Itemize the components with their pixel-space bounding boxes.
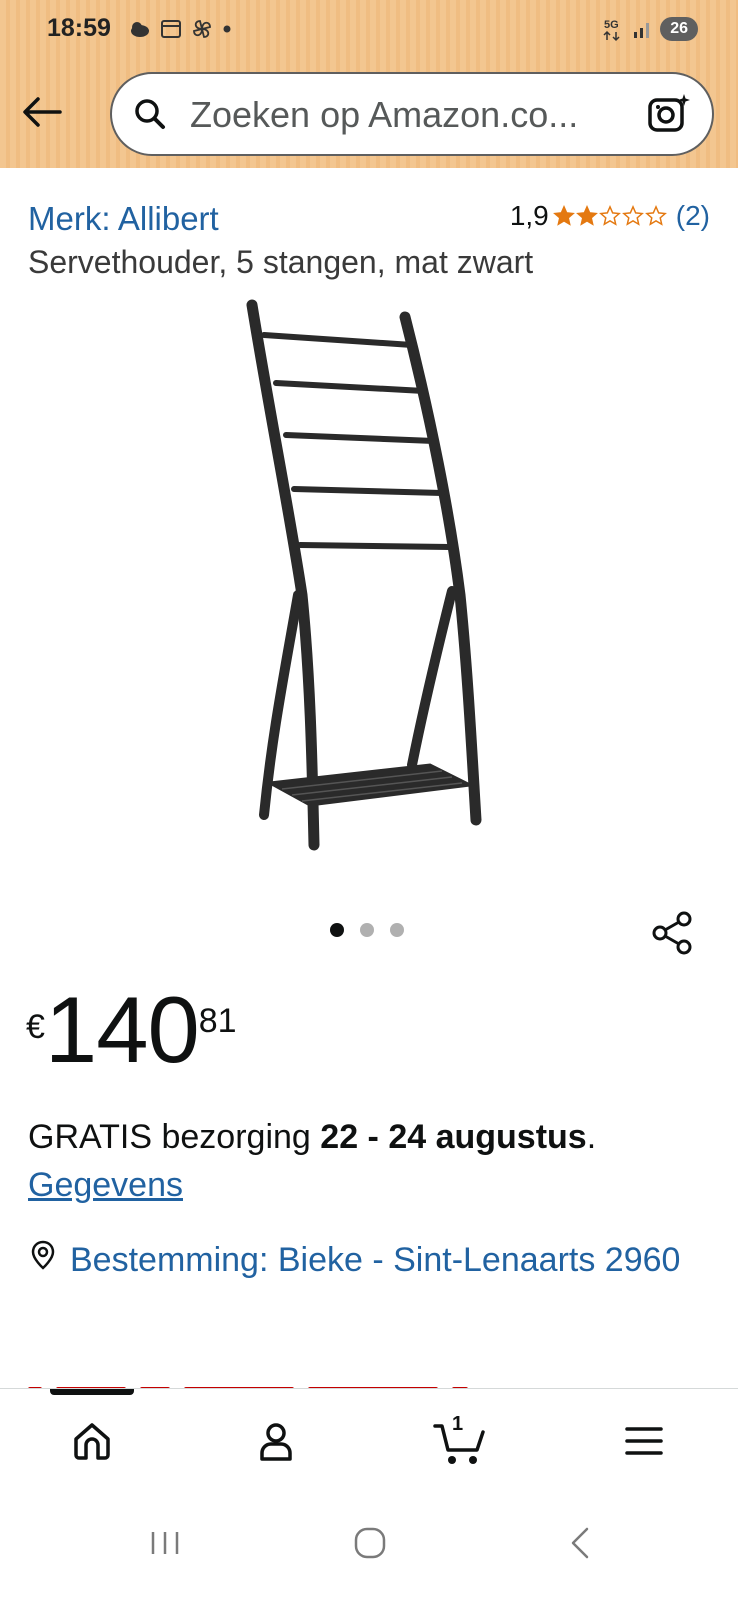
back-button[interactable] <box>20 90 64 134</box>
network-label: 5G <box>604 19 619 31</box>
nav-home[interactable] <box>62 1413 122 1469</box>
delivery-suffix: . <box>586 1118 597 1156</box>
search-bar[interactable]: Zoeken op Amazon.co... <box>110 72 714 156</box>
system-back-icon <box>571 1527 589 1559</box>
image-carousel-dots <box>330 923 404 937</box>
app-header: 18:59 5G 26 Zoeken op Amazon.co... <box>0 0 738 168</box>
system-home-button[interactable] <box>345 1518 395 1568</box>
rating-value: 1,9 <box>509 200 549 231</box>
rating-count[interactable]: (2) <box>676 200 710 232</box>
dot-icon <box>223 25 231 33</box>
brand-link[interactable]: Merk: Allibert <box>28 200 219 238</box>
pinwheel-icon <box>193 20 211 38</box>
active-tab-indicator <box>50 1389 134 1395</box>
camera-lens-icon[interactable] <box>644 90 692 138</box>
delivery-location-text[interactable]: Bestemming: Bieke - Sint-Lenaarts 2960 <box>70 1236 680 1284</box>
delivery-info: GRATIS bezorging 22 - 24 augustus. <box>28 1118 596 1157</box>
home-icon <box>74 1423 110 1460</box>
battery-indicator: 26 <box>660 17 698 41</box>
system-back-button[interactable] <box>555 1518 605 1568</box>
weather-icon <box>131 22 149 37</box>
carousel-dot[interactable] <box>390 923 404 937</box>
carousel-dot[interactable] <box>330 923 344 937</box>
user-icon <box>260 1423 292 1461</box>
share-icon <box>652 911 692 955</box>
price-whole: 140 <box>44 977 200 1082</box>
star-empty-icon <box>598 205 621 226</box>
network-5g-icon: 5G <box>603 19 620 42</box>
delivery-location[interactable]: Bestemming: Bieke - Sint-Lenaarts 2960 <box>28 1236 708 1284</box>
search-input[interactable]: Zoeken op Amazon.co... <box>190 94 630 136</box>
status-time: 18:59 <box>47 14 111 42</box>
status-system-icons: 5G 26 <box>602 14 698 44</box>
location-pin-icon <box>31 1240 55 1270</box>
nav-cart[interactable]: 1 <box>430 1413 490 1469</box>
delivery-dates: 22 - 24 augustus <box>320 1118 587 1156</box>
calendar-icon <box>161 20 181 38</box>
product-price: € 140 81 <box>26 980 237 1080</box>
star-filled-icon <box>575 205 598 226</box>
recent-apps-button[interactable] <box>140 1518 190 1568</box>
nav-account[interactable] <box>246 1413 306 1469</box>
status-notification-icons <box>128 14 232 44</box>
product-image[interactable] <box>230 295 500 865</box>
star-empty-icon <box>644 205 667 226</box>
price-fraction: 81 <box>198 1002 237 1040</box>
nav-menu[interactable] <box>614 1413 674 1469</box>
product-rating[interactable]: 1,9 (2) <box>510 200 710 232</box>
bottom-navigation: 1 <box>0 1388 738 1490</box>
star-filled-icon <box>552 205 575 226</box>
hamburger-menu-icon <box>625 1427 663 1455</box>
price-currency: € <box>26 1008 45 1046</box>
cart-count-badge: 1 <box>452 1413 464 1435</box>
arrow-left-icon <box>23 97 62 127</box>
rating-stars <box>552 205 668 227</box>
share-button[interactable] <box>650 910 696 956</box>
star-empty-icon <box>621 205 644 226</box>
status-bar: 18:59 5G 26 <box>0 0 738 58</box>
recent-apps-icon <box>151 1532 179 1554</box>
product-title: Servethouder, 5 stangen, mat zwart <box>28 244 534 280</box>
delivery-prefix: GRATIS bezorging <box>28 1118 321 1156</box>
search-icon <box>135 99 165 129</box>
delivery-details-link[interactable]: Gegevens <box>28 1166 183 1205</box>
signal-icon <box>634 23 650 38</box>
system-navigation-bar <box>0 1490 738 1600</box>
system-home-icon <box>354 1527 386 1559</box>
carousel-dot[interactable] <box>360 923 374 937</box>
